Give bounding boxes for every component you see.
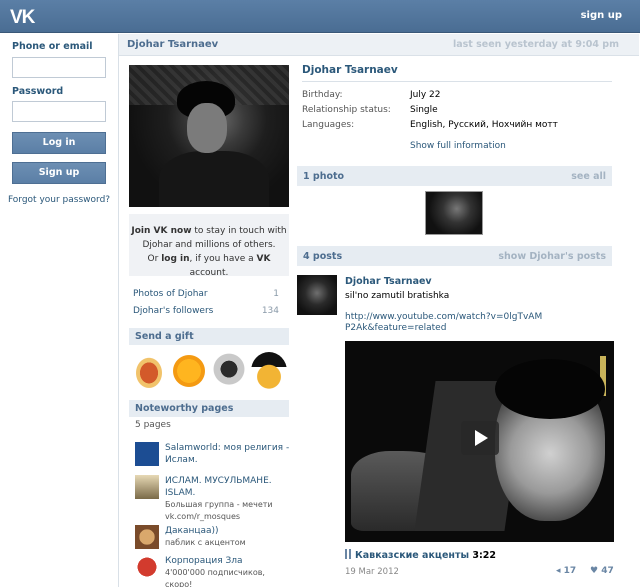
- login-link[interactable]: log in: [161, 254, 189, 264]
- sheep-gift-icon[interactable]: [211, 352, 247, 390]
- join-vk-link[interactable]: Join VK now: [131, 226, 191, 236]
- video-player[interactable]: [345, 341, 614, 542]
- post-author-avatar[interactable]: [297, 275, 337, 315]
- forgot-password-link[interactable]: Forgot your password?: [0, 195, 118, 205]
- profile-name-bar: Djohar Tsarnaev last seen yesterday at 9…: [119, 34, 639, 56]
- gift-list: [131, 352, 287, 394]
- post-text: sil'no zamutil bratishka: [345, 291, 450, 301]
- post-link[interactable]: http://www.youtube.com/watch?v=0lgTvAMP2…: [345, 312, 545, 334]
- photos-count-row[interactable]: Photos of Djohar 1: [133, 289, 285, 299]
- profile-main: Djohar Tsarnaev last seen yesterday at 9…: [118, 34, 640, 587]
- salamworld-icon: [135, 442, 159, 466]
- posts-bar: 4 posts show Djohar's posts: [297, 246, 612, 266]
- pages-count: 5 pages: [135, 420, 171, 430]
- info-row-languages: Languages: English, Русский, Нохчийн мот…: [302, 120, 558, 130]
- info-row-relationship: Relationship status: Single: [302, 105, 438, 115]
- profile-avatar[interactable]: [129, 65, 289, 207]
- followers-count-row[interactable]: Djohar's followers 134: [133, 306, 285, 316]
- login-button[interactable]: Log in: [12, 132, 106, 154]
- like-count[interactable]: ♥ 47: [590, 566, 614, 576]
- email-label: Phone or email: [12, 41, 93, 52]
- posts-count-label[interactable]: 4 posts: [303, 251, 342, 262]
- header-signup-link[interactable]: sign up: [581, 10, 622, 21]
- show-full-info-link[interactable]: Show full information: [410, 141, 506, 151]
- share-icon: ◂: [556, 566, 561, 576]
- photo-thumbnail[interactable]: [425, 191, 483, 235]
- heart-icon: ♥: [590, 566, 599, 576]
- send-gift-header[interactable]: Send a gift: [129, 328, 289, 345]
- email-field[interactable]: [12, 57, 106, 78]
- play-icon[interactable]: [461, 421, 499, 455]
- divider: [302, 81, 612, 82]
- noteworthy-pages-header[interactable]: Noteworthy pages: [129, 400, 289, 417]
- login-sidebar: Phone or email Password Log in Sign up F…: [0, 34, 118, 587]
- vk-logo[interactable]: VK: [10, 7, 35, 29]
- profile-title: Djohar Tsarnaev: [127, 39, 219, 50]
- top-bar: VK sign up: [0, 0, 640, 33]
- mosque-icon: [135, 475, 159, 499]
- photos-bar: 1 photo see all: [297, 166, 612, 186]
- post-author-name[interactable]: Djohar Tsarnaev: [345, 276, 432, 287]
- see-all-photos-link[interactable]: see all: [571, 171, 606, 182]
- profile-name-heading: Djohar Tsarnaev: [302, 64, 398, 76]
- join-prompt: Join VK now to stay in touch with Djohar…: [129, 214, 289, 278]
- signup-button[interactable]: Sign up: [12, 162, 106, 184]
- sun-gift-icon[interactable]: [171, 352, 207, 390]
- password-label: Password: [12, 86, 64, 97]
- angry-bird-icon: [135, 555, 159, 579]
- video-title[interactable]: Кавказские акценты 3:22: [345, 549, 496, 561]
- info-row-birthday: Birthday: July 22: [302, 90, 441, 100]
- photos-count-label[interactable]: 1 photo: [303, 171, 344, 182]
- last-seen-status: last seen yesterday at 9:04 pm: [452, 39, 619, 50]
- post-date[interactable]: 19 Mar 2012: [345, 567, 399, 577]
- child-photo-icon: [135, 525, 159, 549]
- gentleman-gift-icon[interactable]: [251, 352, 287, 390]
- show-posts-link[interactable]: show Djohar's posts: [498, 251, 606, 262]
- share-count[interactable]: ◂ 17: [556, 566, 576, 576]
- password-field[interactable]: [12, 101, 106, 122]
- hotdog-gift-icon[interactable]: [131, 352, 167, 390]
- film-icon: [345, 549, 351, 559]
